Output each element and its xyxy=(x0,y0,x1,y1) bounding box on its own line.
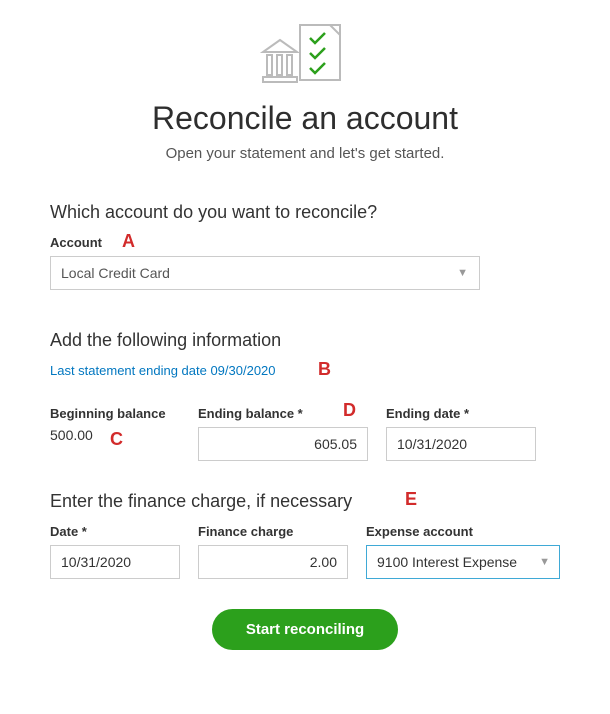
start-reconciling-button[interactable]: Start reconciling xyxy=(212,609,398,650)
ending-date-label: Ending date * xyxy=(386,406,536,421)
section-info-heading: Add the following information xyxy=(50,330,560,351)
ending-date-input[interactable] xyxy=(386,427,536,461)
annotation-c: C xyxy=(110,429,123,450)
finance-date-input[interactable] xyxy=(50,545,180,579)
finance-date-label: Date * xyxy=(50,524,180,539)
account-select-wrap[interactable]: ▼ xyxy=(50,256,480,290)
page-title: Reconcile an account xyxy=(50,100,560,137)
section-finance-heading: Enter the finance charge, if necessary xyxy=(50,491,560,512)
beginning-balance-value: 500.00 xyxy=(50,419,93,443)
annotation-e: E xyxy=(405,489,417,510)
annotation-b: B xyxy=(318,359,331,380)
annotation-a: A xyxy=(122,231,135,252)
account-select[interactable] xyxy=(50,256,480,290)
section-account-heading: Which account do you want to reconcile? xyxy=(50,202,560,223)
finance-charge-label: Finance charge xyxy=(198,524,348,539)
finance-charge-input[interactable] xyxy=(198,545,348,579)
expense-account-label: Expense account xyxy=(366,524,560,539)
annotation-d: D xyxy=(343,400,356,421)
ending-balance-input[interactable] xyxy=(198,427,368,461)
expense-account-select[interactable] xyxy=(366,545,560,579)
last-statement-link[interactable]: Last statement ending date 09/30/2020 xyxy=(50,363,560,378)
header-icon xyxy=(50,20,560,90)
page-subtitle: Open your statement and let's get starte… xyxy=(50,145,560,162)
